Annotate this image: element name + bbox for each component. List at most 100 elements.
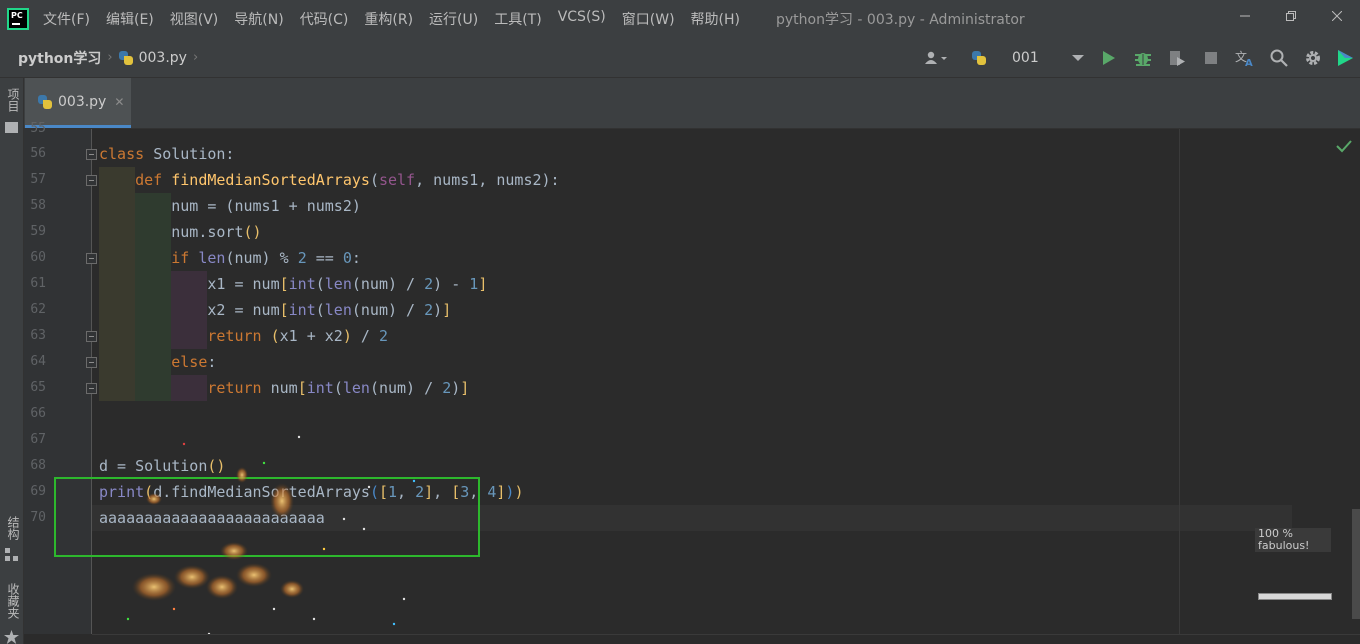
- line-number: 55: [30, 121, 46, 136]
- stop-button[interactable]: [1194, 38, 1228, 78]
- menu-code[interactable]: 代码(C): [300, 9, 349, 29]
- menu-window[interactable]: 窗口(W): [622, 9, 675, 29]
- line-number: 65: [30, 380, 46, 395]
- title-bar: PC 文件(F) 编辑(E) 视图(V) 导航(N) 代码(C) 重构(R) 运…: [0, 0, 1360, 38]
- line-number: 66: [30, 406, 46, 421]
- line-number: 68: [30, 458, 46, 473]
- editor-tab-bar: 003.py ✕: [24, 78, 1360, 129]
- window-title: python学习 - 003.py - Administrator: [776, 12, 1025, 28]
- right-margin-guide: [1179, 129, 1180, 634]
- menu-navigate[interactable]: 导航(N): [234, 9, 283, 29]
- code-line-62: x2 = num[int(len(num) / 2)]: [99, 301, 452, 319]
- horizontal-scrollbar[interactable]: [92, 634, 1360, 644]
- code-line-61: x1 = num[int(len(num) / 2) - 1]: [99, 275, 488, 293]
- breadcrumb-project[interactable]: python学习: [18, 48, 101, 68]
- menu-vcs[interactable]: VCS(S): [558, 9, 606, 29]
- python-icon: [972, 51, 986, 65]
- code-line-58: num = (nums1 + nums2): [99, 197, 361, 215]
- stop-icon: [1205, 52, 1217, 64]
- jetbrains-toolbox-button[interactable]: [1330, 38, 1360, 78]
- debug-icon: [1135, 53, 1151, 66]
- menu-bar: 文件(F) 编辑(E) 视图(V) 导航(N) 代码(C) 重构(R) 运行(U…: [43, 9, 756, 29]
- translate-button[interactable]: 文A: [1228, 38, 1262, 78]
- search-everywhere-button[interactable]: [1262, 38, 1296, 78]
- line-number: 56: [30, 146, 46, 161]
- navigation-bar: python学习 › 003.py › 001 文A: [0, 38, 1360, 78]
- restore-icon: [1286, 11, 1296, 21]
- restore-button[interactable]: [1268, 0, 1314, 32]
- left-tool-strip: 项目 结构 收藏夹: [0, 78, 24, 644]
- line-number: 69: [30, 484, 46, 499]
- power-mode-level-bar: [1258, 593, 1332, 600]
- run-icon: [1103, 51, 1115, 65]
- run-with-coverage-icon: [1170, 51, 1185, 66]
- line-number-gutter: 55 56 57 58 59 60 61 62 63 64 65 66 67 6…: [24, 121, 97, 634]
- run-button[interactable]: [1092, 38, 1126, 78]
- code-line-68: d = Solution(): [99, 457, 226, 475]
- inspection-ok-check-icon[interactable]: [1336, 139, 1352, 153]
- minimize-button[interactable]: [1222, 0, 1268, 32]
- menu-help[interactable]: 帮助(H): [691, 9, 740, 29]
- gear-icon: [1306, 51, 1320, 65]
- code-line-65: return num[int(len(num) / 2)]: [207, 379, 470, 397]
- settings-button[interactable]: [1296, 38, 1330, 78]
- line-number: 70: [30, 510, 46, 525]
- jetbrains-logo-icon: [1338, 50, 1353, 66]
- tab-label: 003.py: [58, 93, 107, 110]
- search-icon: [1270, 49, 1288, 67]
- close-tab-icon[interactable]: ✕: [114, 95, 124, 109]
- chevron-right-icon: ›: [107, 50, 113, 65]
- breadcrumb-file[interactable]: 003.py: [118, 49, 187, 66]
- user-account-button[interactable]: [914, 38, 958, 78]
- chevron-down-icon: [1072, 55, 1084, 61]
- line-number: 64: [30, 354, 46, 369]
- minimize-icon: [1240, 15, 1250, 17]
- svg-text:A: A: [1245, 58, 1253, 67]
- project-tool-window-button[interactable]: 项目: [2, 88, 22, 112]
- breadcrumb-file-label: 003.py: [138, 49, 187, 66]
- code-line-57: def findMedianSortedArrays(self, nums1, …: [135, 171, 560, 189]
- folder-icon: [5, 122, 18, 133]
- python-file-icon: [118, 50, 133, 65]
- translate-icon: 文A: [1235, 49, 1253, 67]
- debug-button[interactable]: [1126, 38, 1160, 78]
- line-number: 59: [30, 224, 46, 239]
- star-icon: [4, 630, 19, 644]
- highlight-box: [54, 477, 480, 557]
- close-icon: [1332, 11, 1342, 21]
- code-line-60: if len(num) % 2 == 0:: [171, 249, 361, 267]
- coverage-button[interactable]: [1160, 38, 1194, 78]
- line-number: 63: [30, 328, 46, 343]
- close-button[interactable]: [1314, 0, 1360, 32]
- main-toolbar: 001 文A: [914, 38, 1360, 78]
- favorites-tool-window-button[interactable]: 收藏夹: [2, 583, 22, 619]
- power-mode-status: fabulous!: [1258, 539, 1310, 552]
- run-configuration-selector[interactable]: 001: [958, 50, 1092, 66]
- code-line-63: return (x1 + x2) / 2: [207, 327, 388, 345]
- line-number: 61: [30, 276, 46, 291]
- line-number: 58: [30, 198, 46, 213]
- window-controls: [1222, 0, 1360, 32]
- user-icon: [925, 51, 947, 64]
- menu-run[interactable]: 运行(U): [429, 9, 478, 29]
- menu-view[interactable]: 视图(V): [170, 9, 219, 29]
- menu-tools[interactable]: 工具(T): [494, 9, 541, 29]
- menu-file[interactable]: 文件(F): [43, 9, 90, 29]
- line-number: 62: [30, 302, 46, 317]
- menu-edit[interactable]: 编辑(E): [106, 9, 154, 29]
- line-number: 67: [30, 432, 46, 447]
- menu-refactor[interactable]: 重构(R): [364, 9, 413, 29]
- structure-tool-window-button[interactable]: 结构: [2, 516, 22, 540]
- python-file-icon: [38, 94, 52, 109]
- code-area[interactable]: class Solution: def findMedianSortedArra…: [92, 129, 1179, 634]
- code-editor[interactable]: 55 56 57 58 59 60 61 62 63 64 65 66 67 6…: [24, 121, 1360, 644]
- vertical-scrollbar[interactable]: [1352, 509, 1360, 619]
- code-line-59: num.sort(): [99, 223, 262, 241]
- power-mode-indicator: 100 % fabulous!: [1255, 528, 1331, 552]
- code-line-56: class Solution:: [99, 145, 235, 163]
- line-number: 57: [30, 172, 46, 187]
- pycharm-logo-icon: PC: [7, 8, 29, 30]
- chevron-right-icon: ›: [192, 50, 199, 65]
- run-configuration-name: 001: [1012, 50, 1039, 66]
- structure-icon: [5, 548, 18, 561]
